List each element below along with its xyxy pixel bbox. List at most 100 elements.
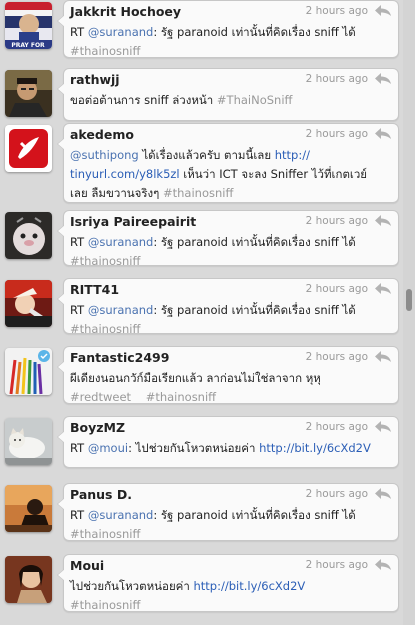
- hashtag-link[interactable]: #thainosniff: [70, 598, 140, 612]
- mention-link[interactable]: @suranand: [88, 235, 153, 249]
- mention-link[interactable]: @suranand: [88, 508, 153, 522]
- avatar[interactable]: [5, 418, 52, 465]
- tweet-text: ผีเดียงนอนกวัก์มือเรียกแล้ว ลาก่อนไม่ใช่…: [70, 369, 392, 407]
- tweet-text-plain: ได้เรื่องแล้วครับ ตามนี้เลย: [138, 148, 275, 162]
- tweet-timestamp[interactable]: 2 hours ago: [306, 128, 368, 140]
- tweet-username[interactable]: BoyzMZ: [70, 420, 125, 435]
- tweet-bubble[interactable]: akedemo 2 hours ago @suthipong ได้เรื่อง…: [57, 123, 399, 203]
- hashtag-link[interactable]: #ThaiNoSniff: [217, 93, 293, 107]
- tweet-timestamp[interactable]: 2 hours ago: [306, 351, 368, 363]
- cat-avatar-image: [5, 418, 52, 465]
- tweet-line: RT @suranand: รัฐ paranoid เท่านั้นที่คิ…: [70, 233, 392, 252]
- tweet-line: #thainosniff: [70, 42, 392, 61]
- tweet-line: @suthipong ได้เรื่องแล้วครับ ตามนี้เลย h…: [70, 146, 392, 165]
- tweet-text: ไปช่วยกันโหวตหน่อยค่า http://bit.ly/6cXd…: [70, 577, 392, 615]
- tweet-bubble[interactable]: Fantastic2499 2 hours ago ผีเดียงนอนกวัก…: [57, 346, 399, 407]
- tweet-timestamp[interactable]: 2 hours ago: [306, 488, 368, 500]
- tweet-line: #redtweet #thainosniff: [70, 388, 392, 407]
- tweet-timestamp[interactable]: 2 hours ago: [306, 215, 368, 227]
- url-link[interactable]: tinyurl.com/y8lk5zl: [70, 167, 180, 181]
- avatar[interactable]: PRAY FOR: [5, 2, 52, 49]
- reply-icon[interactable]: [374, 72, 392, 85]
- man-avatar-image: [5, 70, 52, 117]
- reply-icon[interactable]: [374, 282, 392, 295]
- tweet-text: RT @suranand: รัฐ paranoid เท่านั้นที่คิ…: [70, 301, 392, 339]
- tweet-text: RT @suranand: รัฐ paranoid เท่านั้นที่คิ…: [70, 23, 392, 61]
- avatar-caption: PRAY FOR: [11, 42, 45, 49]
- avatar[interactable]: [5, 125, 52, 172]
- tweet-bubble[interactable]: Panus D. 2 hours ago RT @suranand: รัฐ p…: [57, 483, 399, 544]
- avatar[interactable]: [5, 485, 52, 532]
- tweet-text-plain: RT: [70, 508, 88, 522]
- url-link[interactable]: http://bit.ly/6cXd2V: [259, 441, 371, 455]
- tweet-line: ขอต่อต้านการ sniff ล่วงหน้า #ThaiNoSniff: [70, 91, 392, 110]
- tweet-timestamp[interactable]: 2 hours ago: [306, 73, 368, 85]
- tweet-username[interactable]: RITT41: [70, 282, 119, 297]
- hashtag-link[interactable]: #thainosniff: [70, 527, 140, 541]
- tweet-username[interactable]: akedemo: [70, 127, 134, 142]
- avatar[interactable]: [5, 70, 52, 117]
- tweet-username[interactable]: Jakkrit Hochoey: [70, 4, 181, 19]
- tweet-text: @suthipong ได้เรื่องแล้วครับ ตามนี้เลย h…: [70, 146, 392, 203]
- tweet-bubble[interactable]: RITT41 2 hours ago RT @suranand: รัฐ par…: [57, 278, 399, 336]
- mention-link[interactable]: @suranand: [88, 25, 153, 39]
- reply-icon[interactable]: [374, 127, 392, 140]
- tweet-text: RT @moui: ไปช่วยกันโหวตหน่อยค่า http://b…: [70, 439, 392, 458]
- tweet-timestamp[interactable]: 2 hours ago: [306, 421, 368, 433]
- hashtag-link[interactable]: #thainosniff: [70, 254, 140, 268]
- hashtag-link[interactable]: #thainosniff: [146, 390, 216, 404]
- hashtag-link[interactable]: #thainosniff: [70, 322, 140, 336]
- tweet-text-plain: เลย ลืมขวานจริงๆ: [70, 186, 163, 200]
- hashtag-link[interactable]: #thainosniff: [70, 44, 140, 58]
- tweet-text-plain: : รัฐ paranoid เท่านั้นที่คิดเรื่อง snif…: [153, 303, 356, 317]
- woman-avatar-image: [5, 556, 52, 603]
- tweet-username[interactable]: Moui: [70, 558, 104, 573]
- reply-icon[interactable]: [374, 487, 392, 500]
- tweet-bubble[interactable]: rathwjj 2 hours ago ขอต่อต้านการ sniff ล…: [57, 68, 399, 121]
- avatar[interactable]: [5, 212, 52, 259]
- tweet-text-plain: RT: [70, 25, 88, 39]
- tweet-text-plain: : รัฐ paranoid เท่านั้นที่คิดเรื่อง snif…: [153, 508, 356, 522]
- mention-link[interactable]: @suranand: [88, 303, 153, 317]
- tweet-bubble[interactable]: BoyzMZ 2 hours ago RT @moui: ไปช่วยกันโห…: [57, 416, 399, 468]
- tweet-username[interactable]: rathwjj: [70, 72, 120, 87]
- tweet-bubble[interactable]: Isriya Paireepairit 2 hours ago RT @sura…: [57, 210, 399, 268]
- tweet-bubble[interactable]: Jakkrit Hochoey 2 hours ago RT @suranand…: [57, 0, 399, 61]
- tweet-text-plain: RT: [70, 303, 88, 317]
- tweet-timestamp[interactable]: 2 hours ago: [306, 283, 368, 295]
- hashtag-link[interactable]: #redtweet: [70, 390, 131, 404]
- scrollbar-thumb[interactable]: [406, 289, 412, 311]
- tweet-line: tinyurl.com/y8lk5zl เห็นว่า ICT จะลง Sni…: [70, 165, 392, 184]
- tweet-username[interactable]: Panus D.: [70, 487, 132, 502]
- avatar[interactable]: [5, 348, 52, 395]
- tweet-text-plain: [131, 390, 146, 404]
- hashtag-link[interactable]: #thainosniff: [163, 186, 233, 200]
- avatar[interactable]: [5, 556, 52, 603]
- tweet-line: #thainosniff: [70, 320, 392, 339]
- tweet-timeline: PRAY FOR Jakkrit Hochoey 2 hours ago RT …: [0, 0, 403, 625]
- tweet-username[interactable]: Isriya Paireepairit: [70, 214, 196, 229]
- reply-icon[interactable]: [374, 558, 392, 571]
- reply-icon[interactable]: [374, 350, 392, 363]
- scrollbar[interactable]: [403, 0, 415, 625]
- tweet-bubble[interactable]: Moui 2 hours ago ไปช่วยกันโหวตหน่อยค่า h…: [57, 554, 399, 615]
- tweet-username[interactable]: Fantastic2499: [70, 350, 169, 365]
- tweet-text-plain: ขอต่อต้านการ sniff ล่วงหน้า: [70, 93, 217, 107]
- url-link[interactable]: http://: [275, 148, 310, 162]
- tweet-text: RT @suranand: รัฐ paranoid เท่านั้นที่คิ…: [70, 506, 392, 544]
- tweet-line: เลย ลืมขวานจริงๆ #thainosniff: [70, 184, 392, 203]
- avatar[interactable]: [5, 280, 52, 327]
- reply-icon[interactable]: [374, 420, 392, 433]
- reply-icon[interactable]: [374, 214, 392, 227]
- tweet-line: RT @moui: ไปช่วยกันโหวตหน่อยค่า http://b…: [70, 439, 392, 458]
- reply-icon[interactable]: [374, 4, 392, 17]
- tweet-text-plain: ผีเดียงนอนกวัก์มือเรียกแล้ว ลาก่อนไม่ใช่…: [70, 371, 321, 385]
- mention-link[interactable]: @suthipong: [70, 148, 139, 162]
- tweet-timestamp[interactable]: 2 hours ago: [306, 5, 368, 17]
- tweet-line: #thainosniff: [70, 596, 392, 615]
- tweet-timestamp[interactable]: 2 hours ago: [306, 559, 368, 571]
- tweet-line: ไปช่วยกันโหวตหน่อยค่า http://bit.ly/6cXd…: [70, 577, 392, 596]
- mention-link[interactable]: @moui: [88, 441, 128, 455]
- tweet-line: #thainosniff: [70, 525, 392, 544]
- url-link[interactable]: http://bit.ly/6cXd2V: [194, 579, 306, 593]
